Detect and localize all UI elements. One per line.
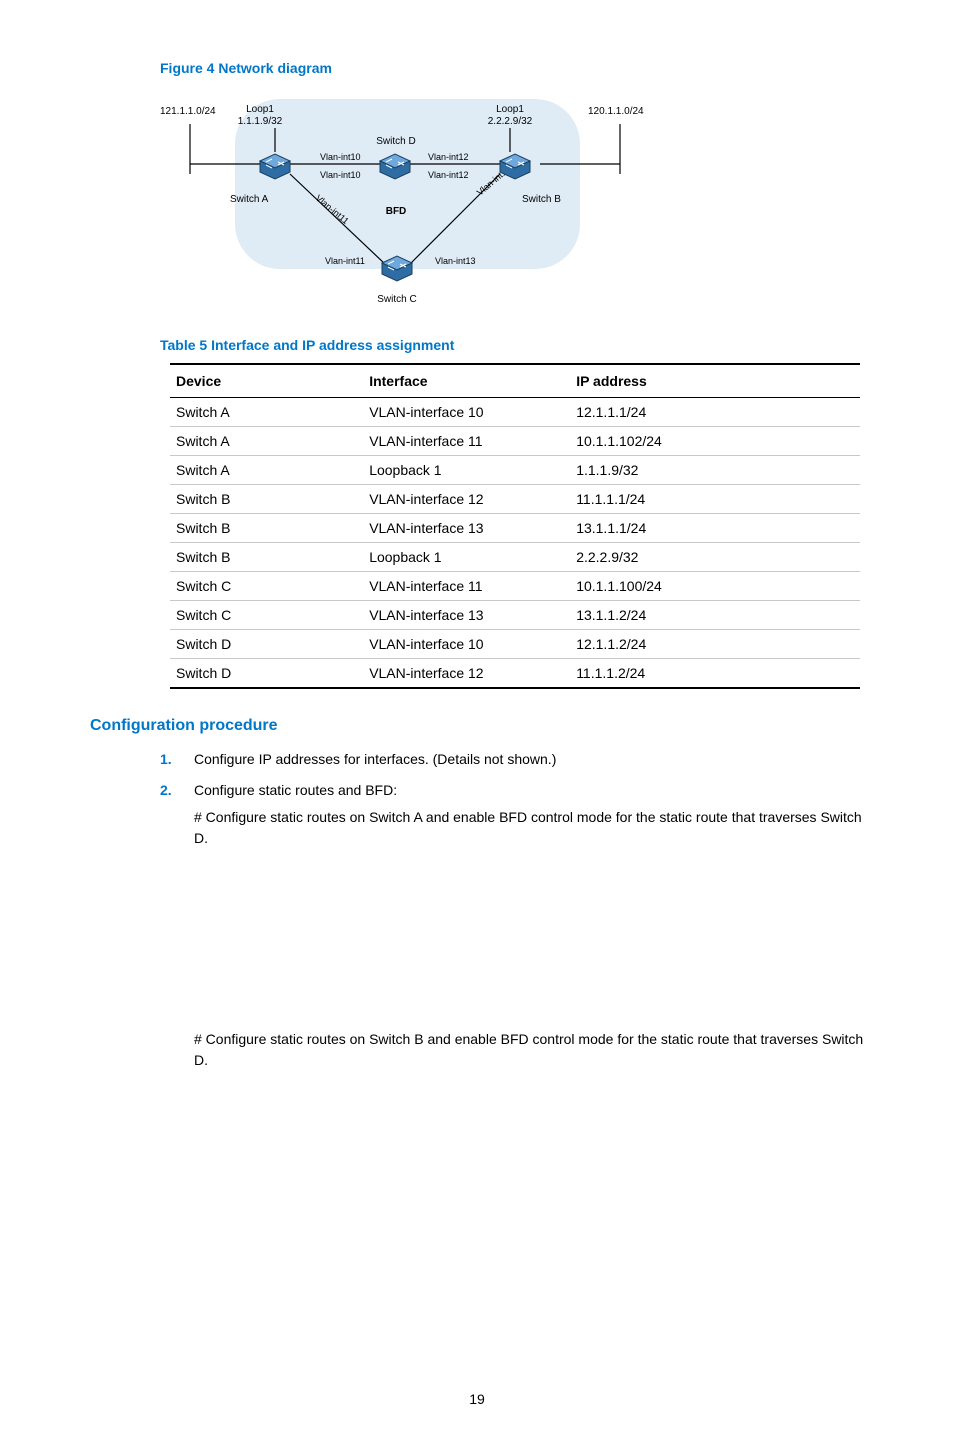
- cell-device: Switch D: [170, 659, 363, 689]
- cell-device: Switch C: [170, 572, 363, 601]
- cell-interface: VLAN-interface 12: [363, 659, 570, 689]
- cell-ip: 10.1.1.100/24: [570, 572, 860, 601]
- loop1-b-ip: 2.2.2.9/32: [488, 116, 533, 127]
- procedure-step-2: Configure static routes and BFD: # Confi…: [180, 780, 864, 1071]
- table-row: Switch BLoopback 12.2.2.9/32: [170, 543, 860, 572]
- cell-ip: 13.1.1.1/24: [570, 514, 860, 543]
- loop1-b-label: Loop1: [496, 104, 524, 115]
- table-row: Switch BVLAN-interface 1211.1.1.1/24: [170, 485, 860, 514]
- cell-ip: 12.1.1.1/24: [570, 398, 860, 427]
- net-left-label: 121.1.1.0/24: [160, 106, 216, 117]
- cell-ip: 11.1.1.2/24: [570, 659, 860, 689]
- procedure-step-1: Configure IP addresses for interfaces. (…: [180, 749, 864, 770]
- config-procedure-heading: Configuration procedure: [90, 717, 864, 735]
- cell-device: Switch A: [170, 456, 363, 485]
- net-right-label: 120.1.1.0/24: [588, 106, 644, 117]
- cell-interface: VLAN-interface 11: [363, 427, 570, 456]
- cell-device: Switch B: [170, 543, 363, 572]
- cell-ip: 10.1.1.102/24: [570, 427, 860, 456]
- vlan12-d-label: Vlan-int12: [428, 152, 469, 162]
- vlan12-b-label: Vlan-int12: [428, 170, 469, 180]
- figure-caption: Figure 4 Network diagram: [160, 60, 864, 76]
- cell-interface: VLAN-interface 11: [363, 572, 570, 601]
- bfd-label: BFD: [386, 206, 407, 217]
- vlan10-a-label: Vlan-int10: [320, 152, 361, 162]
- vlan11-c-label: Vlan-int11: [325, 256, 365, 266]
- cell-device: Switch A: [170, 427, 363, 456]
- cell-device: Switch C: [170, 601, 363, 630]
- step-1-text: Configure IP addresses for interfaces. (…: [194, 751, 556, 767]
- table-row: Switch AVLAN-interface 1012.1.1.1/24: [170, 398, 860, 427]
- table-row: Switch CVLAN-interface 1110.1.1.100/24: [170, 572, 860, 601]
- step-2-sub1: # Configure static routes on Switch A an…: [194, 807, 864, 849]
- cell-interface: Loopback 1: [363, 543, 570, 572]
- cell-ip: 12.1.1.2/24: [570, 630, 860, 659]
- network-diagram: 121.1.1.0/24 120.1.1.0/24 Loop1 1.1.1.9/…: [150, 84, 864, 317]
- step-2-text: Configure static routes and BFD:: [194, 782, 397, 798]
- col-interface: Interface: [363, 364, 570, 398]
- procedure-list: Configure IP addresses for interfaces. (…: [150, 749, 864, 1071]
- switch-a-label: Switch A: [230, 194, 269, 205]
- cell-interface: VLAN-interface 13: [363, 514, 570, 543]
- cell-ip: 13.1.1.2/24: [570, 601, 860, 630]
- vlan13-c-label: Vlan-int13: [435, 256, 476, 266]
- cell-device: Switch D: [170, 630, 363, 659]
- switch-d-label: Switch D: [376, 136, 415, 147]
- table-caption: Table 5 Interface and IP address assignm…: [160, 337, 864, 353]
- cell-interface: Loopback 1: [363, 456, 570, 485]
- vlan10-d-label: Vlan-int10: [320, 170, 361, 180]
- page-number: 19: [90, 1391, 864, 1407]
- table-row: Switch DVLAN-interface 1012.1.1.2/24: [170, 630, 860, 659]
- col-ip: IP address: [570, 364, 860, 398]
- ip-table: Device Interface IP address Switch AVLAN…: [170, 363, 860, 689]
- cell-ip: 11.1.1.1/24: [570, 485, 860, 514]
- step-2-sub2: # Configure static routes on Switch B an…: [194, 1029, 864, 1071]
- cell-device: Switch B: [170, 514, 363, 543]
- cell-interface: VLAN-interface 13: [363, 601, 570, 630]
- cell-interface: VLAN-interface 10: [363, 398, 570, 427]
- cell-ip: 1.1.1.9/32: [570, 456, 860, 485]
- cell-device: Switch A: [170, 398, 363, 427]
- cell-ip: 2.2.2.9/32: [570, 543, 860, 572]
- switch-b-label: Switch B: [522, 194, 561, 205]
- cell-interface: VLAN-interface 12: [363, 485, 570, 514]
- table-row: Switch AVLAN-interface 1110.1.1.102/24: [170, 427, 860, 456]
- table-row: Switch ALoopback 11.1.1.9/32: [170, 456, 860, 485]
- col-device: Device: [170, 364, 363, 398]
- switch-c-label: Switch C: [377, 294, 416, 305]
- cell-device: Switch B: [170, 485, 363, 514]
- loop1-a-ip: 1.1.1.9/32: [238, 116, 283, 127]
- loop1-a-label: Loop1: [246, 104, 274, 115]
- table-row: Switch DVLAN-interface 1211.1.1.2/24: [170, 659, 860, 689]
- cell-interface: VLAN-interface 10: [363, 630, 570, 659]
- table-row: Switch BVLAN-interface 1313.1.1.1/24: [170, 514, 860, 543]
- table-row: Switch CVLAN-interface 1313.1.1.2/24: [170, 601, 860, 630]
